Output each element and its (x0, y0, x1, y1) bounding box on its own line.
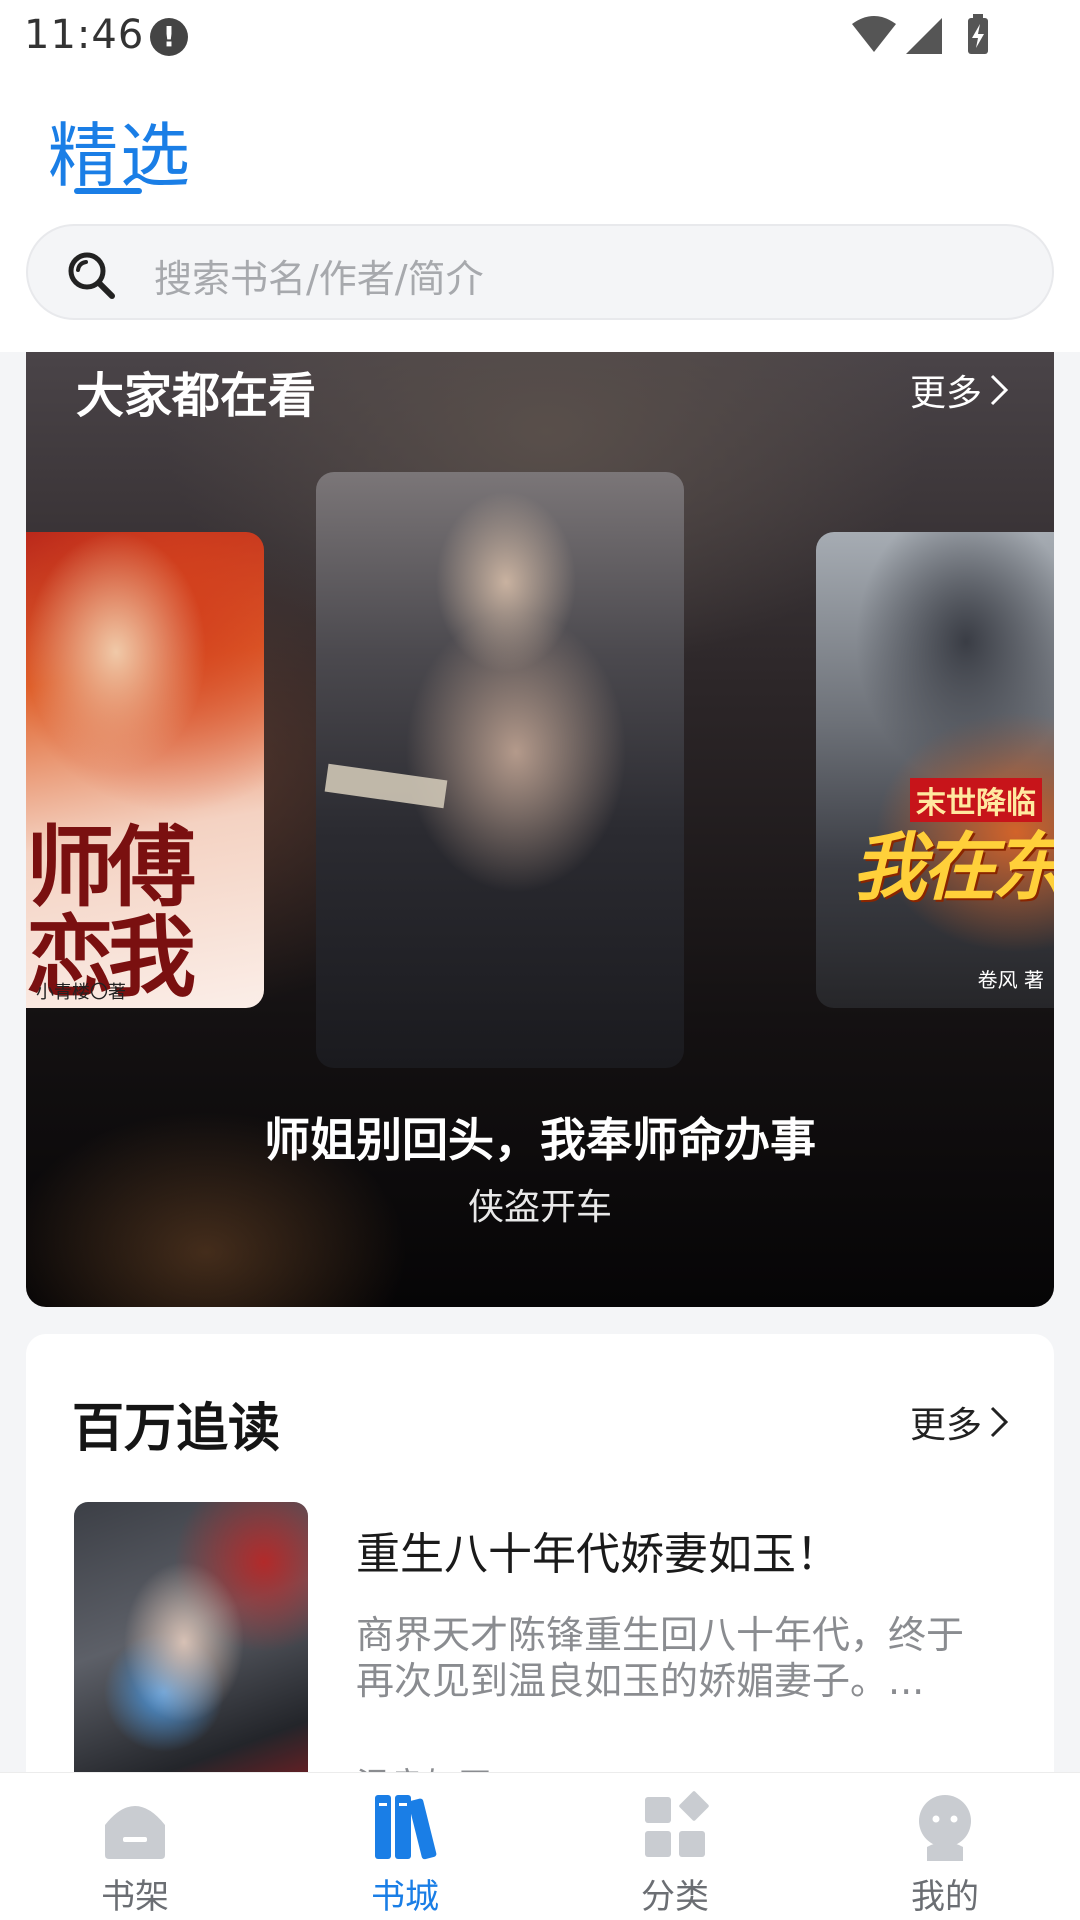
cover-art (324, 763, 448, 809)
book-title[interactable]: 重生八十年代娇妻如玉！ (356, 1518, 840, 1582)
million-reads-section: 百万追读 更多 重生八十年代娇妻如玉！ 商界天才陈锋重生回八十年代，终于再次见到… (26, 1334, 1054, 1814)
category-icon (645, 1791, 709, 1857)
status-icons (852, 14, 988, 54)
nav-item-profile[interactable]: 我的 (810, 1773, 1080, 1920)
book-cover-left[interactable]: 师傅恋我 小青楼〇著 (26, 532, 264, 1008)
cover-author: 卷风 著 (977, 968, 1044, 992)
nav-label: 分类 (641, 1877, 709, 1917)
book-cover-center[interactable] (316, 472, 684, 1068)
profile-icon (919, 1795, 971, 1861)
status-bar: 11:46 ! (0, 0, 1080, 72)
book-description: 商界天才陈锋重生回八十年代，终于再次见到温良如玉的娇媚妻子。... (356, 1613, 965, 1703)
bookshelf-icon (105, 1806, 165, 1859)
million-more-link[interactable]: 更多 (910, 1396, 1010, 1448)
bottom-nav: 书架 书城 分类 我的 (0, 1772, 1080, 1920)
nav-label: 书城 (371, 1877, 439, 1917)
tab-featured[interactable]: 精选 (48, 100, 192, 201)
cover-title-art: 我在东杀疯 (852, 825, 1054, 911)
cover-title-art: 师傅恋我 (26, 815, 196, 1008)
status-time: 11:46 (24, 12, 145, 58)
nav-item-bookshelf[interactable]: 书架 (0, 1773, 270, 1920)
more-label: 更多 (909, 1405, 982, 1446)
signal-icon (906, 18, 942, 54)
nav-item-bookstore[interactable]: 书城 (270, 1773, 540, 1920)
cover-author: 小青楼〇著 (36, 982, 126, 1003)
book-cover-right[interactable]: 末世降临 我在东杀疯 卷风 著 (816, 532, 1054, 1008)
search-icon (68, 252, 115, 299)
chevron-right-icon (990, 374, 1009, 406)
trending-more-link[interactable]: 更多 (910, 364, 1010, 416)
section-title: 百万追读 (72, 1399, 281, 1459)
nav-label: 我的 (911, 1877, 979, 1917)
search-placeholder: 搜索书名/作者/简介 (154, 257, 484, 301)
more-label: 更多 (909, 373, 982, 414)
book-cover[interactable] (74, 1502, 308, 1814)
header: 精选 搜索书名/作者/简介 (0, 72, 1080, 352)
nav-item-category[interactable]: 分类 (540, 1773, 810, 1920)
tab-indicator (74, 188, 142, 194)
chevron-right-icon (990, 1406, 1009, 1438)
section-title: 大家都在看 (76, 368, 317, 424)
alert-icon: ! (150, 18, 188, 56)
search-bar[interactable]: 搜索书名/作者/简介 (26, 224, 1054, 320)
featured-book-title[interactable]: 师姐别回头，我奉师命办事 (26, 1104, 1054, 1170)
trending-section: 大家都在看 更多 师傅恋我 小青楼〇著 末世降临 我在东杀疯 卷风 著 师姐别回… (26, 352, 1054, 1307)
nav-label: 书架 (101, 1877, 169, 1917)
wifi-icon (852, 16, 896, 52)
featured-book-author: 侠盗开车 (467, 1187, 612, 1228)
cover-tag: 末世降临 (910, 778, 1042, 822)
bookstore-icon (375, 1795, 437, 1860)
